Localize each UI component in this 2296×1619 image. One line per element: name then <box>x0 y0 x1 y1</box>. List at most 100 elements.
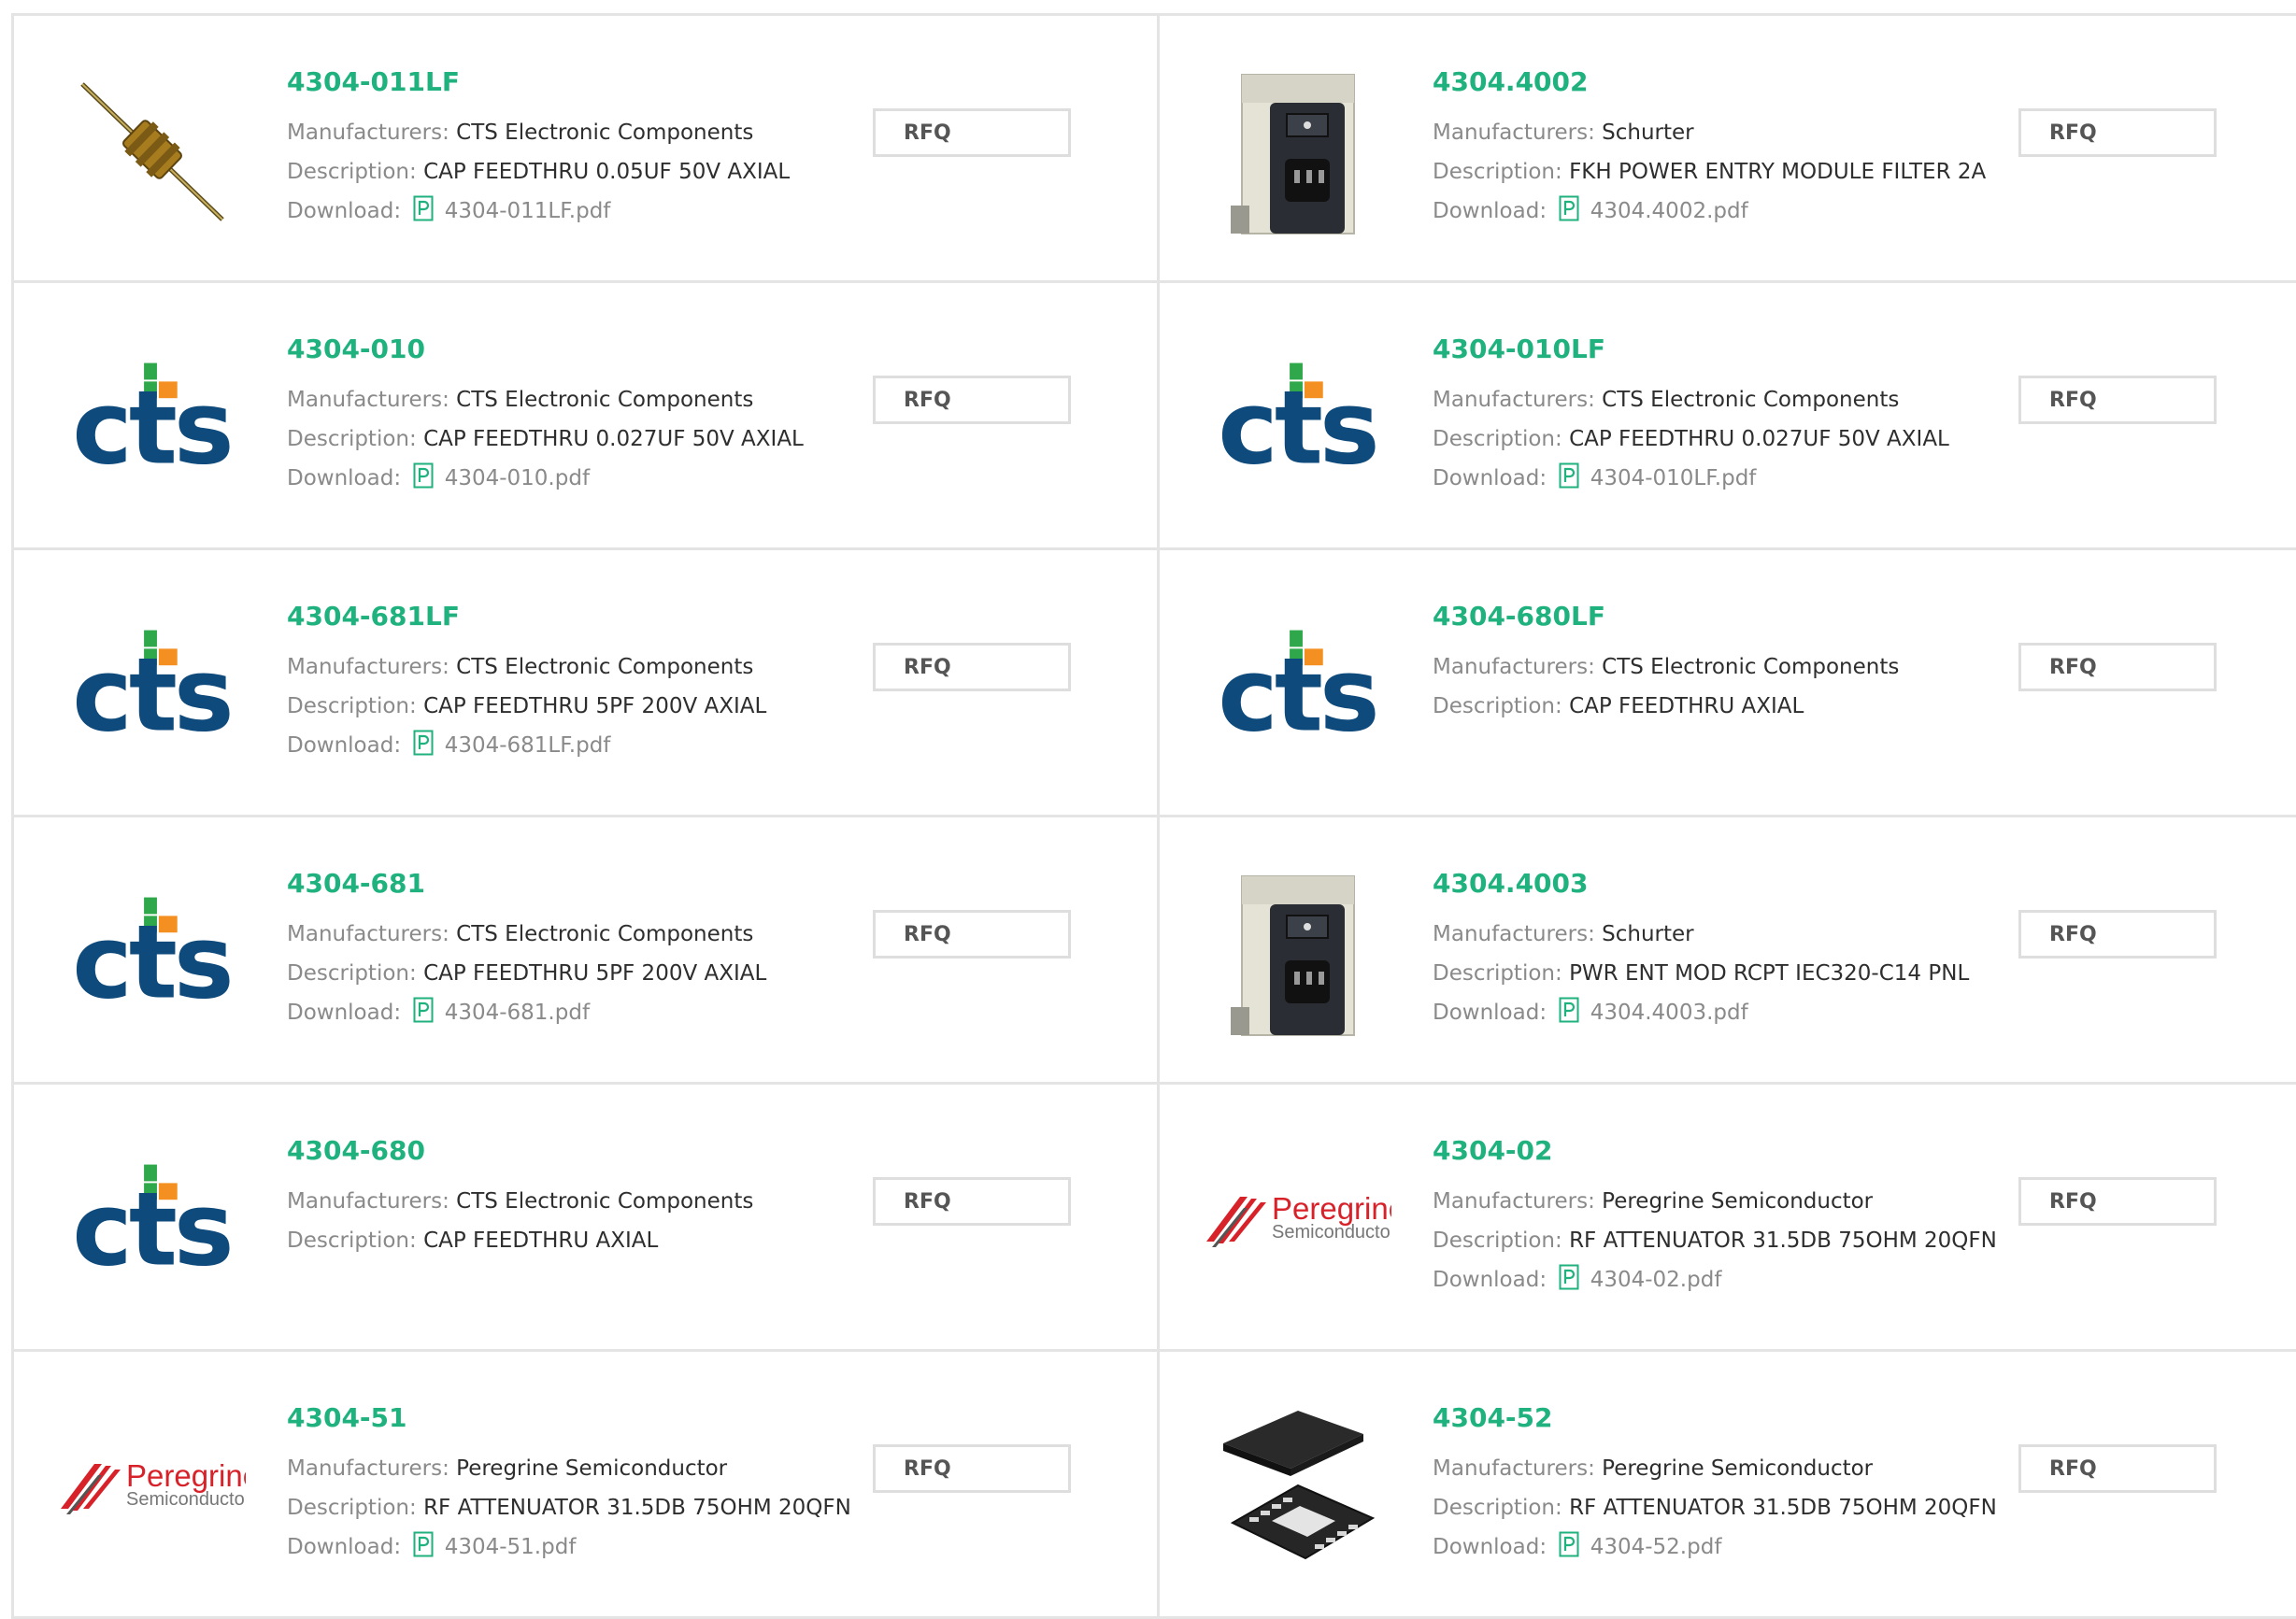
datasheet-link[interactable]: 4304.4003.pdf <box>1590 1001 1748 1025</box>
description-value: CAP FEEDTHRU 0.027UF 50V AXIAL <box>423 427 804 451</box>
product-image[interactable]: cts <box>59 858 246 1044</box>
description-value: CAP FEEDTHRU AXIAL <box>423 1228 659 1253</box>
part-number-link[interactable]: 4304-010LF <box>1433 332 2277 367</box>
product-image[interactable]: cts <box>1205 323 1391 510</box>
description-label: Description: <box>287 1228 417 1253</box>
datasheet-link[interactable]: 4304.4002.pdf <box>1590 199 1748 223</box>
manufacturer-value: Schurter <box>1602 922 1694 946</box>
product-image[interactable] <box>59 56 246 243</box>
description-row: Description: FKH POWER ENTRY MODULE FILT… <box>1433 152 2277 192</box>
pdf-icon[interactable] <box>413 1531 434 1570</box>
product-image[interactable]: Peregrine Semiconductor <box>59 1392 246 1579</box>
manufacturer-value: CTS Electronic Components <box>456 655 754 679</box>
rfq-button[interactable]: RFQ <box>873 376 1071 424</box>
pdf-icon[interactable] <box>413 462 434 502</box>
cts-logo-icon: cts <box>1218 362 1380 473</box>
part-number-link[interactable]: 4304.4003 <box>1433 866 2277 902</box>
rfq-button[interactable]: RFQ <box>2018 376 2217 424</box>
download-row: Download: 4304.4003.pdf <box>1433 993 2277 1032</box>
manufacturer-label: Manufacturers: <box>1433 121 1595 145</box>
datasheet-link[interactable]: 4304-011LF.pdf <box>445 199 611 223</box>
rfq-button[interactable]: RFQ <box>873 643 1071 691</box>
product-image[interactable]: cts <box>59 1125 246 1312</box>
datasheet-link[interactable]: 4304-52.pdf <box>1590 1535 1722 1559</box>
rfq-button[interactable]: RFQ <box>873 910 1071 959</box>
part-number-link[interactable]: 4304.4002 <box>1433 64 2277 100</box>
download-label: Download: <box>1433 1535 1547 1559</box>
rfq-button[interactable]: RFQ <box>2018 108 2217 157</box>
download-label: Download: <box>287 1001 402 1025</box>
download-label: Download: <box>287 466 402 490</box>
part-number-link[interactable]: 4304-680LF <box>1433 599 2277 634</box>
pdf-icon[interactable] <box>413 730 434 769</box>
datasheet-link[interactable]: 4304-010LF.pdf <box>1590 466 1757 490</box>
product-image[interactable]: Peregrine Semiconductor <box>1205 1125 1391 1312</box>
rfq-button[interactable]: RFQ <box>873 1444 1071 1493</box>
description-row: Description: CAP FEEDTHRU 5PF 200V AXIAL <box>287 687 1138 726</box>
manufacturer-value: CTS Electronic Components <box>456 388 754 412</box>
peregrine-logo-bottom: Semiconductor <box>126 1489 246 1510</box>
pdf-icon[interactable] <box>1559 195 1579 234</box>
peregrine-logo-bottom: Semiconductor <box>1272 1222 1391 1243</box>
product-card: cts 4304-680LF Manufacturers: CTS Electr… <box>1157 550 2296 817</box>
part-number-link[interactable]: 4304-681 <box>287 866 1138 902</box>
part-number-link[interactable]: 4304-681LF <box>287 599 1138 634</box>
datasheet-link[interactable]: 4304-010.pdf <box>445 466 590 490</box>
product-image[interactable] <box>1205 56 1391 243</box>
description-value: FKH POWER ENTRY MODULE FILTER 2A <box>1569 160 1987 184</box>
datasheet-link[interactable]: 4304-51.pdf <box>445 1535 577 1559</box>
rfq-button[interactable]: RFQ <box>873 1177 1071 1226</box>
datasheet-link[interactable]: 4304-02.pdf <box>1590 1268 1722 1292</box>
rfq-button[interactable]: RFQ <box>2018 1444 2217 1493</box>
pdf-icon[interactable] <box>1559 462 1579 502</box>
description-label: Description: <box>1433 694 1562 718</box>
cts-logo-icon: cts <box>1218 630 1380 740</box>
part-number-link[interactable]: 4304-52 <box>1433 1400 2277 1436</box>
rfq-button[interactable]: RFQ <box>2018 910 2217 959</box>
manufacturer-value: CTS Electronic Components <box>1602 388 1900 412</box>
part-number-link[interactable]: 4304-02 <box>1433 1133 2277 1169</box>
download-row: Download: 4304-681LF.pdf <box>287 726 1138 765</box>
manufacturer-label: Manufacturers: <box>1433 655 1595 679</box>
pdf-icon[interactable] <box>413 195 434 234</box>
part-number-link[interactable]: 4304-011LF <box>287 64 1138 100</box>
pdf-icon[interactable] <box>1559 997 1579 1036</box>
product-image[interactable] <box>1205 858 1391 1044</box>
part-number-link[interactable]: 4304-010 <box>287 332 1138 367</box>
peregrine-logo-top: Peregrine <box>126 1458 246 1493</box>
product-image[interactable]: cts <box>59 590 246 777</box>
peregrine-logo-icon: Peregrine Semiconductor <box>61 1458 246 1514</box>
manufacturer-label: Manufacturers: <box>1433 1456 1595 1481</box>
product-image[interactable] <box>1205 1392 1391 1579</box>
cts-logo-icon: cts <box>72 1164 235 1274</box>
part-number-link[interactable]: 4304-680 <box>287 1133 1138 1169</box>
manufacturer-value: Peregrine Semiconductor <box>456 1456 728 1481</box>
description-label: Description: <box>287 160 417 184</box>
description-value: RF ATTENUATOR 31.5DB 75OHM 20QFN <box>1569 1228 1997 1253</box>
manufacturer-label: Manufacturers: <box>287 1456 449 1481</box>
product-card: cts 4304-010LF Manufacturers: CTS Electr… <box>1157 283 2296 550</box>
description-label: Description: <box>1433 427 1562 451</box>
download-label: Download: <box>287 199 402 223</box>
product-image[interactable]: cts <box>59 323 246 510</box>
rfq-button[interactable]: RFQ <box>2018 643 2217 691</box>
datasheet-link[interactable]: 4304-681.pdf <box>445 1001 590 1025</box>
cts-logo-text: cts <box>72 1171 231 1274</box>
datasheet-link[interactable]: 4304-681LF.pdf <box>445 733 611 758</box>
pdf-icon[interactable] <box>1559 1264 1579 1303</box>
manufacturer-value: CTS Electronic Components <box>456 121 754 145</box>
cts-logo-text: cts <box>72 636 231 740</box>
manufacturer-value: Peregrine Semiconductor <box>1602 1456 1874 1481</box>
manufacturer-value: Schurter <box>1602 121 1694 145</box>
download-row: Download: 4304-011LF.pdf <box>287 192 1138 231</box>
pdf-icon[interactable] <box>1559 1531 1579 1570</box>
axial-capacitor-icon <box>80 82 224 221</box>
rfq-button[interactable]: RFQ <box>2018 1177 2217 1226</box>
rfq-button[interactable]: RFQ <box>873 108 1071 157</box>
product-card: cts 4304-681 Manufacturers: CTS Electron… <box>11 817 1157 1085</box>
part-number-link[interactable]: 4304-51 <box>287 1400 1138 1436</box>
product-image[interactable]: cts <box>1205 590 1391 777</box>
manufacturer-value: CTS Electronic Components <box>456 922 754 946</box>
product-card: Peregrine Semiconductor 4304-51 Manufact… <box>11 1352 1157 1619</box>
pdf-icon[interactable] <box>413 997 434 1036</box>
